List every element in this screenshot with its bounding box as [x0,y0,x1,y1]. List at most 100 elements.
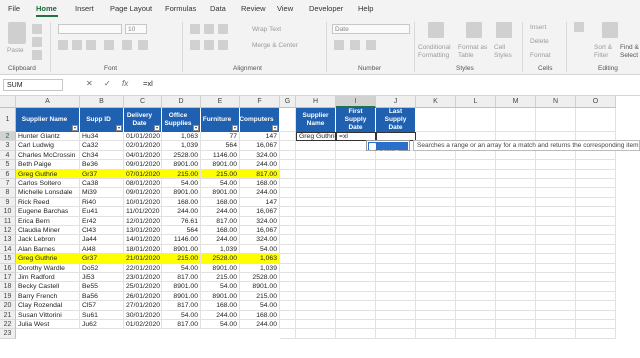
empty-cell[interactable] [376,310,416,320]
format-as-table-icon[interactable] [466,22,482,38]
empty-cell[interactable] [456,291,496,302]
table-cell[interactable]: Susan Vittorini [16,310,80,320]
italic-icon[interactable] [72,40,82,50]
empty-cell[interactable] [336,263,376,273]
filter-dropdown-icon[interactable] [193,125,199,131]
empty-cell[interactable] [576,108,616,132]
column-header-b[interactable]: B [80,96,124,108]
table-cell[interactable]: 244.00 [240,160,280,170]
empty-cell[interactable] [336,216,376,226]
empty-cell[interactable] [280,263,296,273]
empty-cell[interactable] [416,235,456,245]
table-cell[interactable]: 8901.00 [162,160,201,170]
empty-cell[interactable] [496,108,536,132]
table-cell[interactable]: 54.00 [240,301,280,311]
empty-cell[interactable] [536,169,576,179]
empty-cell[interactable] [576,301,616,311]
align-bottom-icon[interactable] [218,24,228,34]
empty-cell[interactable] [376,235,416,245]
currency-icon[interactable] [334,40,344,50]
lookup-header-cell[interactable]: First Supply Date [336,108,376,132]
wrap-text-button[interactable]: Wrap Text [252,26,281,33]
empty-cell[interactable] [376,329,416,339]
table-cell[interactable]: Gr37 [80,169,124,179]
empty-cell[interactable] [336,179,376,189]
empty-cell[interactable] [536,329,576,339]
empty-cell[interactable] [416,329,456,339]
table-cell[interactable]: Clay Rozendal [16,301,80,311]
empty-cell[interactable] [416,282,456,292]
empty-cell[interactable] [576,150,616,161]
table-cell[interactable]: 54.00 [162,310,201,320]
table-cell[interactable]: Carl Ludwig [16,141,80,151]
empty-cell[interactable] [336,207,376,217]
empty-cell[interactable] [296,273,336,283]
table-cell[interactable]: 215.00 [162,254,201,264]
row-header[interactable]: 9 [0,197,16,208]
empty-cell[interactable] [456,254,496,264]
lookup-header-cell[interactable]: Last Supply Date [376,108,416,132]
tab-insert[interactable]: Insert [75,4,94,13]
table-cell[interactable]: Ba56 [80,291,124,302]
empty-cell[interactable] [456,197,496,208]
empty-cell[interactable] [576,197,616,208]
empty-cell[interactable] [280,244,296,255]
table-cell[interactable]: 11/01/2020 [124,207,162,217]
empty-cell[interactable] [536,207,576,217]
table-cell[interactable]: 244.00 [162,207,201,217]
empty-cell[interactable] [336,320,376,330]
table-cell[interactable]: 76.61 [162,216,201,226]
empty-cell[interactable] [536,301,576,311]
row-header[interactable]: 14 [0,244,16,255]
empty-cell[interactable] [336,188,376,198]
column-header-g[interactable]: G [280,96,296,108]
column-header-n[interactable]: N [536,96,576,108]
empty-cell[interactable] [456,160,496,170]
conditional-formatting-icon[interactable] [428,22,444,38]
table-cell[interactable]: 8901.00 [162,282,201,292]
table-cell[interactable]: 168.00 [240,310,280,320]
empty-cell[interactable] [576,226,616,236]
empty-cell[interactable] [280,108,296,132]
enter-icon[interactable]: ✓ [104,79,111,88]
table-cell[interactable]: 16,067 [240,226,280,236]
empty-cell[interactable] [336,254,376,264]
table-cell[interactable]: 30/01/2020 [124,310,162,320]
column-header-e[interactable]: E [201,96,240,108]
table-cell[interactable]: 1146.00 [162,235,201,245]
insert-cells-button[interactable]: Insert [530,24,546,31]
empty-cell[interactable] [576,160,616,170]
empty-cell[interactable] [280,216,296,226]
table-cell[interactable]: Barry French [16,291,80,302]
formula-input[interactable]: =xl [143,79,153,88]
cut-icon[interactable] [32,24,42,34]
empty-cell[interactable] [456,179,496,189]
empty-cell[interactable] [296,179,336,189]
empty-cell[interactable] [416,254,456,264]
empty-cell[interactable] [296,301,336,311]
name-box[interactable]: SUM [3,79,63,91]
tab-help[interactable]: Help [358,4,373,13]
table-cell[interactable]: Er42 [80,216,124,226]
empty-cell[interactable] [336,226,376,236]
column-header-m[interactable]: M [496,96,536,108]
table-cell[interactable]: 8901.00 [240,282,280,292]
table-cell[interactable]: Dorothy Wardle [16,263,80,273]
font-size-box[interactable]: 10 [125,24,147,34]
empty-cell[interactable] [416,263,456,273]
empty-cell[interactable] [336,329,376,339]
empty-cell[interactable] [496,329,536,339]
table-cell[interactable]: Rick Reed [16,197,80,208]
empty-cell[interactable] [496,263,536,273]
empty-cell[interactable] [280,169,296,179]
empty-cell[interactable] [280,273,296,283]
table-cell[interactable]: Erica Bern [16,216,80,226]
column-header-j[interactable]: J [376,96,416,108]
table-cell[interactable]: 54.00 [201,320,240,330]
table-cell[interactable]: 54.00 [201,179,240,189]
empty-cell[interactable] [536,310,576,320]
table-cell[interactable]: Ja44 [80,235,124,245]
table-cell[interactable]: 16,067 [240,207,280,217]
cancel-icon[interactable]: ✕ [86,79,93,88]
table-cell[interactable]: 09/01/2020 [124,160,162,170]
